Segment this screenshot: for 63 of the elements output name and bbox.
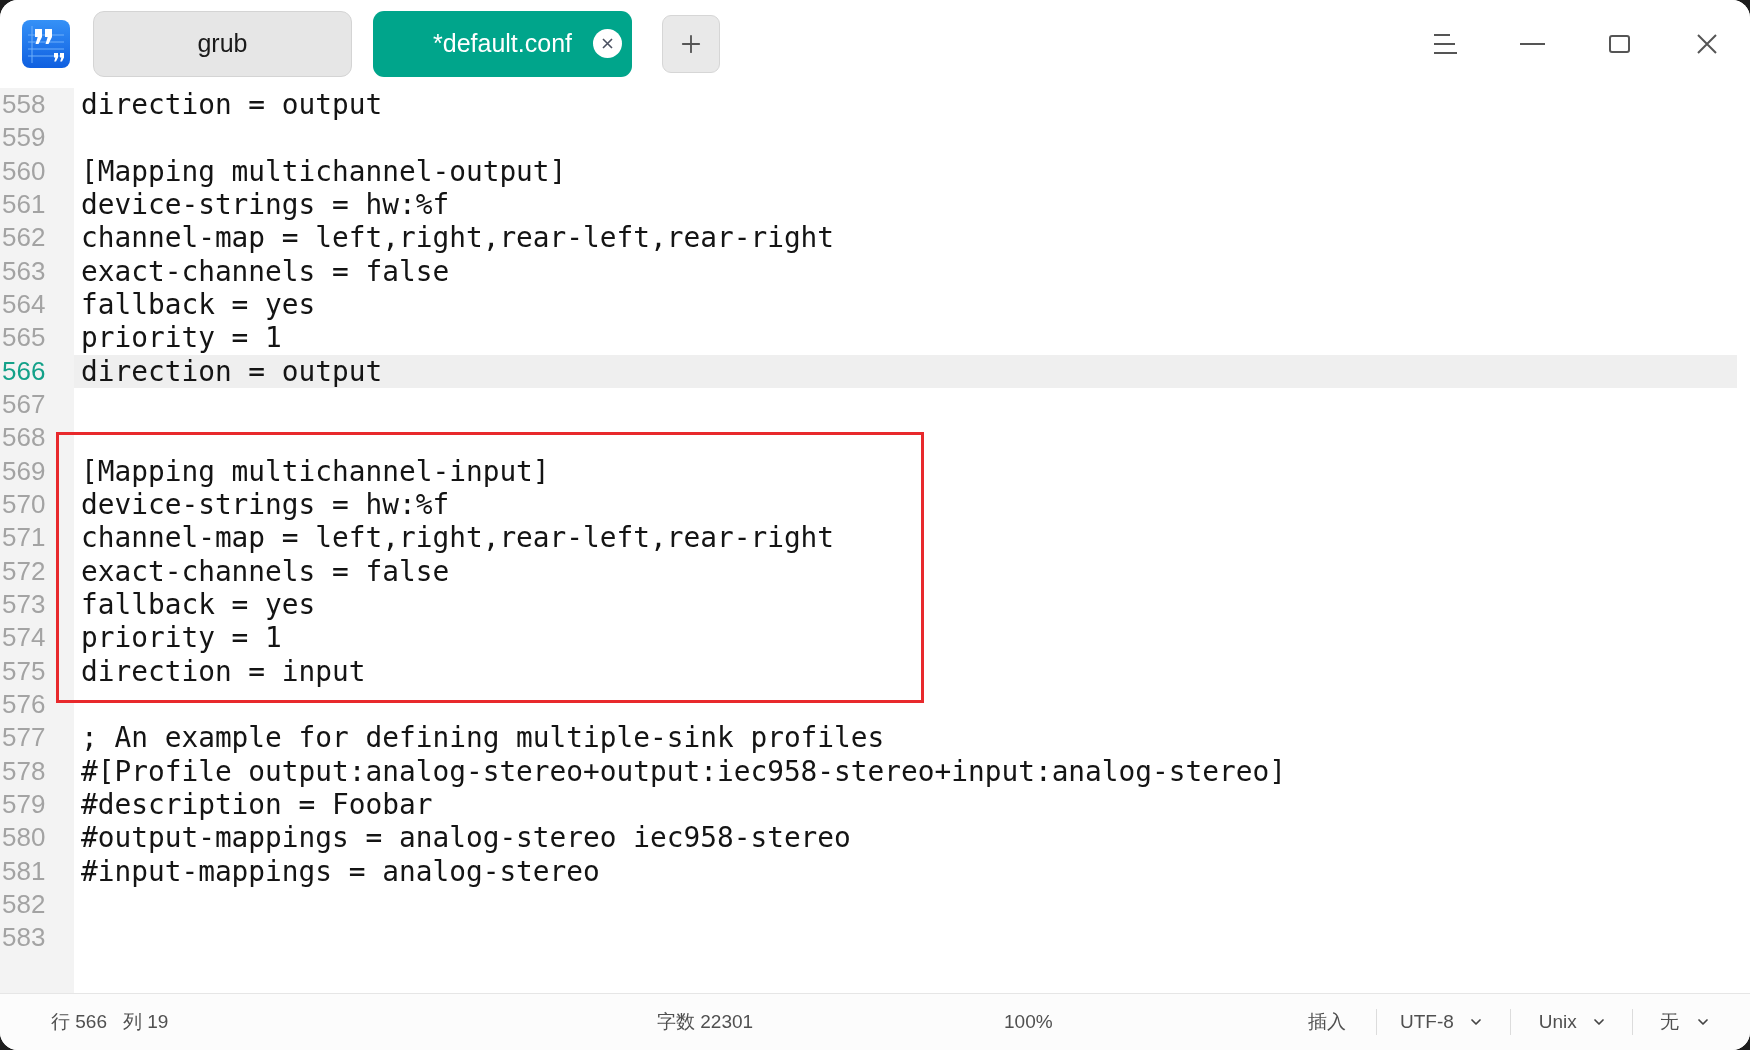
line-number: 577 bbox=[2, 722, 46, 753]
app-logo-icon bbox=[22, 20, 70, 68]
line-number: 579 bbox=[2, 788, 46, 819]
line-number: 560 bbox=[2, 155, 46, 186]
code-line: direction = input bbox=[81, 654, 366, 688]
line-number: 565 bbox=[2, 322, 46, 353]
line-number: 564 bbox=[2, 288, 46, 319]
code-line: direction = output bbox=[81, 88, 383, 121]
line-number: 569 bbox=[2, 455, 46, 486]
line-number: 570 bbox=[2, 488, 46, 519]
code-line: priority = 1 bbox=[81, 321, 282, 355]
line-number: 559 bbox=[2, 122, 46, 153]
line-number: 563 bbox=[2, 255, 46, 286]
code-line: direction = output bbox=[81, 354, 383, 388]
code-line: channel-map = left,right,rear-left,rear-right bbox=[81, 221, 835, 255]
dropdown-button[interactable]: UTF-8 bbox=[1377, 1002, 1510, 1042]
line-number: 582 bbox=[2, 888, 46, 919]
line-number: 583 bbox=[2, 922, 46, 953]
line-number: 562 bbox=[2, 222, 46, 253]
minimize-icon bbox=[1520, 43, 1545, 45]
code-line: fallback = yes bbox=[81, 587, 316, 621]
line-number: 558 bbox=[2, 89, 46, 119]
menu-icon bbox=[1434, 34, 1457, 54]
code-line: exact-channels = false bbox=[81, 554, 450, 588]
code-line: ; An example for defining multiple-sink profiles bbox=[81, 721, 885, 755]
dropdown-button[interactable]: Unix bbox=[1510, 1002, 1632, 1042]
zoom-level: 100% bbox=[1004, 1010, 1053, 1032]
code-line: #input-mappings = analog-stereo bbox=[81, 854, 600, 888]
code-line: exact-channels = false bbox=[81, 254, 450, 288]
line-number: 566 bbox=[2, 355, 46, 386]
close-icon bbox=[602, 38, 613, 49]
code-line: channel-map = left,right,rear-left,rear-right bbox=[81, 521, 835, 555]
char-count: 字数 22301 bbox=[657, 1010, 754, 1032]
line-number: 580 bbox=[2, 822, 46, 853]
code-line: device-strings = hw:%f bbox=[81, 188, 450, 221]
line-number: 567 bbox=[2, 388, 46, 419]
input-mode[interactable]: 插入 bbox=[1308, 1010, 1346, 1032]
line-number: 578 bbox=[2, 755, 46, 786]
maximize-icon bbox=[1609, 35, 1630, 53]
code-line: #output-mappings = analog-stereo iec958-stereo bbox=[81, 821, 851, 855]
cursor-line: 行 566 bbox=[51, 1009, 107, 1034]
line-number: 561 bbox=[2, 189, 46, 219]
line-number: 568 bbox=[2, 422, 46, 453]
line-number: 575 bbox=[2, 655, 46, 686]
line-number: 581 bbox=[2, 855, 46, 886]
dropdown-button[interactable]: 无 bbox=[1632, 1002, 1747, 1042]
line-number: 571 bbox=[2, 522, 46, 553]
line-number: 576 bbox=[2, 688, 46, 719]
tab[interactable]: grub bbox=[93, 11, 352, 77]
cursor-column: 列 19 bbox=[123, 1007, 169, 1037]
code-line: priority = 1 bbox=[81, 621, 282, 655]
tab-close-button[interactable] bbox=[593, 29, 622, 58]
code-line: [Mapping multichannel-output] bbox=[81, 154, 567, 188]
code-line: #description = Foobar bbox=[81, 787, 433, 821]
code-line: device-strings = hw:%f bbox=[81, 487, 450, 521]
close-icon bbox=[1696, 34, 1717, 54]
new-tab-button[interactable] bbox=[662, 15, 720, 73]
line-number: 574 bbox=[2, 622, 46, 653]
code-line: #[Profile output:analog-stereo+output:iec958-stereo+input:analog-stereo] bbox=[81, 754, 1286, 788]
line-number: 572 bbox=[2, 555, 46, 586]
line-number: 573 bbox=[2, 588, 46, 619]
code-line: [Mapping multichannel-input] bbox=[81, 454, 550, 488]
code-line: fallback = yes bbox=[81, 287, 316, 321]
